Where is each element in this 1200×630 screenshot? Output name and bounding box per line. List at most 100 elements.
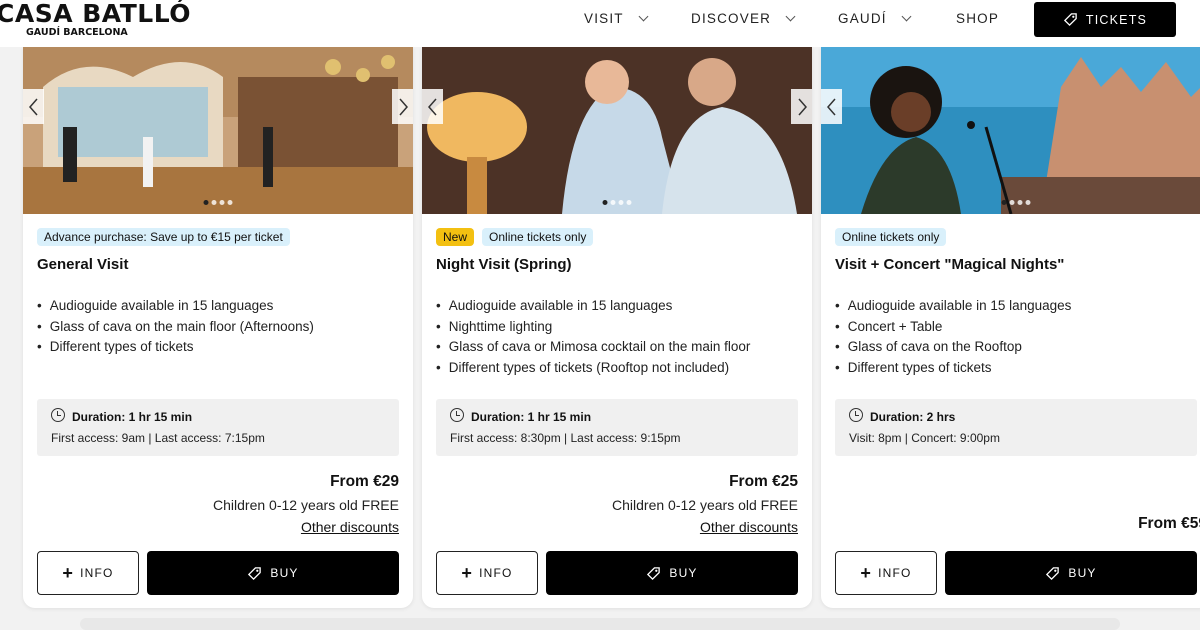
card-image [23, 47, 413, 214]
access-times: Visit: 8pm | Concert: 9:00pm [849, 431, 1000, 445]
carousel-dot[interactable] [1001, 200, 1007, 205]
card-title: Night Visit (Spring) [436, 256, 572, 273]
info-button[interactable]: + INFO [37, 551, 139, 595]
chevron-left-icon [427, 98, 437, 115]
other-discounts-link[interactable]: Other discounts [700, 519, 798, 535]
new-badge: New [436, 228, 475, 246]
chevron-right-icon [797, 98, 807, 115]
buy-button[interactable]: BUY [546, 551, 798, 595]
tickets-button[interactable]: TICKETS [1034, 2, 1176, 37]
ticket-card-general: Advance purchase: Save up to €15 per tic… [23, 47, 413, 608]
feature-list: Audioguide available in 15 languages Con… [835, 296, 1072, 378]
card-title: General Visit [37, 256, 129, 273]
info-label: INFO [80, 566, 114, 580]
plus-icon: + [860, 563, 873, 583]
buy-label: BUY [669, 566, 698, 580]
ticket-icon [647, 566, 661, 580]
nav-discover-label: DISCOVER [691, 11, 772, 26]
duration-box: Duration: 1 hr 15 min First access: 9am … [37, 399, 399, 456]
nav-discover[interactable]: DISCOVER [691, 11, 796, 26]
chevron-right-icon [398, 98, 408, 115]
badge-row: New Online tickets only [436, 228, 594, 246]
carousel-dot[interactable] [610, 200, 616, 205]
carousel-prev-button[interactable] [23, 89, 44, 124]
feature-item: Audioguide available in 15 languages [37, 296, 314, 317]
card-photo [821, 47, 1200, 214]
ticket-card-night: New Online tickets only Night Visit (Spr… [422, 47, 812, 608]
carousel-dot[interactable] [1009, 200, 1015, 205]
nav-shop[interactable]: SHOP [956, 11, 999, 26]
nav-gaudi[interactable]: GAUDÍ [838, 11, 912, 26]
chevron-down-icon [638, 11, 649, 22]
card-image [422, 47, 812, 214]
feature-item: Glass of cava or Mimosa cocktail on the … [436, 337, 751, 358]
carousel-next-button[interactable] [791, 89, 812, 124]
logo-title: CASA BATLLÓ [0, 0, 191, 28]
buy-label: BUY [1068, 566, 1097, 580]
chevron-left-icon [28, 98, 38, 115]
carousel-prev-button[interactable] [422, 89, 443, 124]
clock-icon [849, 408, 863, 422]
carousel-dot[interactable] [1017, 200, 1023, 205]
online-only-badge: Online tickets only [835, 228, 947, 246]
carousel-dots [203, 200, 233, 205]
badge-row: Advance purchase: Save up to €15 per tic… [37, 228, 290, 246]
chevron-down-icon [785, 11, 796, 22]
other-discounts-link[interactable]: Other discounts [301, 519, 399, 535]
feature-item: Audioguide available in 15 languages [835, 296, 1072, 317]
nav-visit[interactable]: VISIT [584, 11, 649, 26]
site-logo[interactable]: CASA BATLLÓ GAUDÍ BARCELONA [0, 0, 191, 38]
clock-icon [51, 408, 65, 422]
promo-badge: Advance purchase: Save up to €15 per tic… [37, 228, 290, 246]
buy-button[interactable]: BUY [147, 551, 399, 595]
feature-item: Glass of cava on the Rooftop [835, 337, 1071, 358]
carousel-dot[interactable] [602, 200, 608, 205]
site-header: CASA BATLLÓ GAUDÍ BARCELONA VISIT DISCOV… [0, 0, 1200, 47]
duration-label: Duration: 1 hr 15 min [471, 410, 592, 424]
feature-item: Glass of cava on the main floor (Afterno… [37, 317, 314, 338]
card-image [821, 47, 1200, 214]
carousel-dots [602, 200, 632, 205]
carousel-dots [1001, 200, 1031, 205]
chevron-left-icon [826, 98, 836, 115]
carousel-next-button[interactable] [392, 89, 413, 124]
duration-label: Duration: 2 hrs [870, 410, 956, 424]
carousel-dot[interactable] [626, 200, 632, 205]
feature-list: Audioguide available in 15 languages Gla… [37, 296, 314, 358]
duration-label: Duration: 1 hr 15 min [72, 410, 193, 424]
carousel-dot[interactable] [1025, 200, 1031, 205]
carousel-dot[interactable] [618, 200, 624, 205]
chevron-down-icon [901, 11, 912, 22]
carousel-dot[interactable] [211, 200, 217, 205]
plus-icon: + [461, 563, 474, 583]
feature-item: Audioguide available in 15 languages [436, 296, 750, 317]
info-button[interactable]: + INFO [835, 551, 937, 595]
nav-gaudi-label: GAUDÍ [838, 11, 887, 26]
scrollbar-track[interactable] [80, 618, 1120, 630]
card-photo [23, 47, 413, 214]
logo-subtitle: GAUDÍ BARCELONA [26, 27, 128, 38]
info-label: INFO [878, 566, 912, 580]
card-title: Visit + Concert "Magical Nights" [835, 256, 1065, 273]
duration-box: Duration: 2 hrs Visit: 8pm | Concert: 9:… [835, 399, 1197, 456]
price: From €25 [729, 473, 798, 490]
children-note: Children 0-12 years old FREE [612, 497, 798, 513]
carousel-dot[interactable] [203, 200, 209, 205]
badge-row: Online tickets only [835, 228, 947, 246]
feature-item: Different types of tickets (Rooftop not … [436, 358, 750, 379]
feature-item: Different types of tickets [37, 337, 314, 358]
buy-button[interactable]: BUY [945, 551, 1197, 595]
tickets-label: TICKETS [1085, 12, 1148, 27]
carousel-dot[interactable] [227, 200, 233, 205]
price: From €59 [1138, 515, 1200, 532]
access-times: First access: 8:30pm | Last access: 9:15… [450, 431, 681, 445]
access-times: First access: 9am | Last access: 7:15pm [51, 431, 265, 445]
duration-box: Duration: 1 hr 15 min First access: 8:30… [436, 399, 798, 456]
feature-list: Audioguide available in 15 languages Nig… [436, 296, 751, 379]
carousel-prev-button[interactable] [821, 89, 842, 124]
nav-shop-label: SHOP [956, 11, 1000, 26]
info-button[interactable]: + INFO [436, 551, 538, 595]
ticket-icon [248, 566, 262, 580]
online-only-badge: Online tickets only [482, 228, 594, 246]
carousel-dot[interactable] [219, 200, 225, 205]
